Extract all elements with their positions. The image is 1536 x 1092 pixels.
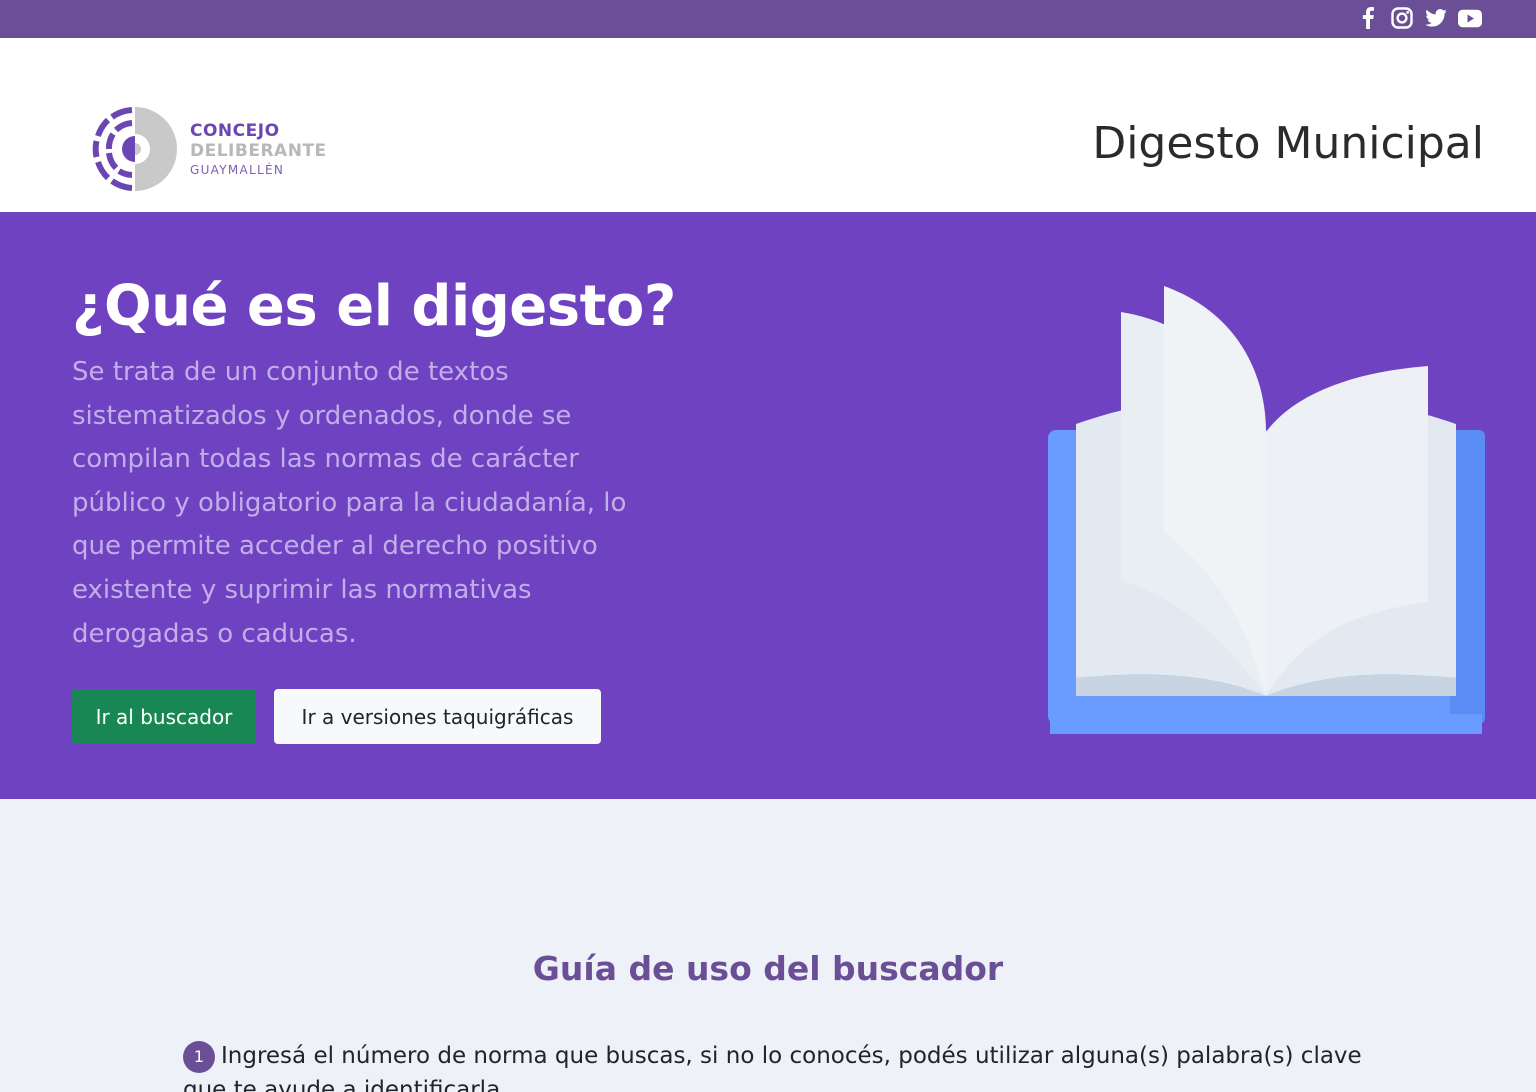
top-bar	[0, 0, 1536, 38]
site-header: CONCEJO DELIBERANTE GUAYMALLÉN Digesto M…	[0, 38, 1536, 212]
youtube-icon[interactable]	[1458, 6, 1482, 30]
logo-wordmark: CONCEJO DELIBERANTE GUAYMALLÉN	[190, 120, 327, 177]
twitter-icon[interactable]	[1424, 6, 1448, 30]
logo-line-3: GUAYMALLÉN	[190, 162, 285, 177]
logo-line-1: CONCEJO	[190, 120, 280, 141]
concejo-logo[interactable]: CONCEJO DELIBERANTE GUAYMALLÉN	[92, 106, 327, 192]
guide-title: Guía de uso del buscador	[532, 949, 1004, 988]
social-links	[1356, 6, 1482, 30]
go-to-search-button[interactable]: Ir al buscador	[72, 689, 256, 744]
facebook-icon[interactable]	[1356, 6, 1380, 30]
step-number-badge: 1	[183, 1040, 215, 1073]
open-book-illustration	[1048, 286, 1485, 746]
logo-emblem-icon	[92, 107, 177, 191]
shorthand-versions-button[interactable]: Ir a versiones taquigráficas	[274, 689, 601, 744]
hero-description: Se trata de un conjunto de textos sistem…	[72, 357, 627, 649]
hero-title: ¿Qué es el digesto?	[72, 274, 676, 339]
site-title: Digesto Municipal	[1092, 118, 1484, 169]
hero-section: ¿Qué es el digesto? Se trata de un conju…	[0, 212, 1536, 799]
guide-step: 1 Ingresá el número de norma que buscas, …	[183, 1039, 1383, 1092]
instagram-icon[interactable]	[1390, 6, 1414, 30]
search-guide-section: Guía de uso del buscador 1 Ingresá el núm…	[0, 799, 1536, 1092]
step-text: Ingresá el número de norma que buscas, s…	[183, 1043, 1362, 1092]
logo-line-2: DELIBERANTE	[190, 140, 327, 161]
